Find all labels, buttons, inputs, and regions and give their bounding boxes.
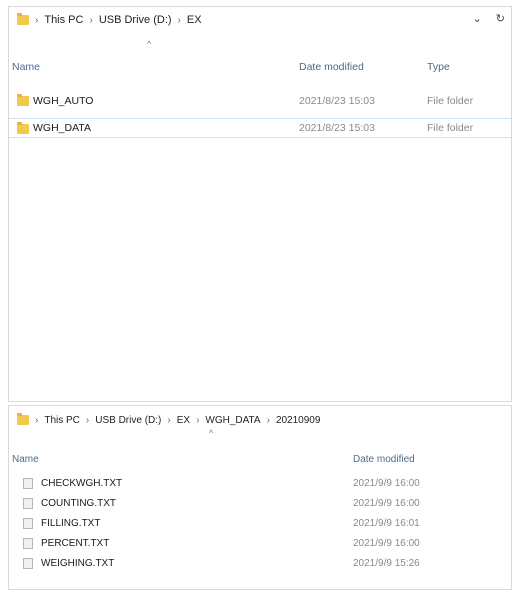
item-date: 2021/9/9 15:26 <box>353 558 420 569</box>
folder-icon <box>17 413 29 425</box>
item-name: CHECKWGH.TXT <box>41 478 123 489</box>
item-date: 2021/9/9 16:00 <box>353 538 420 549</box>
address-bar[interactable]: › This PC › USB Drive (D:) › EX ⌄ ↻ <box>9 7 511 33</box>
column-header-row: Name Date modified Type <box>9 57 511 77</box>
item-name: WEIGHING.TXT <box>41 558 115 569</box>
item-name: PERCENT.TXT <box>41 538 110 549</box>
sort-ascending-icon: ^ <box>147 39 152 49</box>
breadcrumb-this-pc[interactable]: This PC <box>44 14 83 26</box>
column-header-row: Name Date modified <box>9 450 511 468</box>
text-file-icon <box>23 558 33 569</box>
breadcrumb-usb-drive[interactable]: USB Drive (D:) <box>95 415 161 426</box>
text-file-icon <box>23 498 33 509</box>
breadcrumb-separator: › <box>35 14 39 26</box>
text-file-icon <box>23 518 33 529</box>
breadcrumb-wgh-data[interactable]: WGH_DATA <box>205 415 260 426</box>
breadcrumb-separator: › <box>196 414 200 426</box>
item-name: FILLING.TXT <box>41 518 101 529</box>
list-item[interactable]: COUNTING.TXT 2021/9/9 16:00 <box>9 494 511 513</box>
column-header-date-modified[interactable]: Date modified <box>299 61 364 73</box>
item-date: 2021/8/23 15:03 <box>299 122 375 134</box>
column-header-name[interactable]: Name <box>12 61 40 73</box>
list-item[interactable]: WGH_DATA 2021/8/23 15:03 File folder <box>9 118 511 138</box>
breadcrumb-ex[interactable]: EX <box>177 415 190 426</box>
folder-icon <box>17 122 29 134</box>
list-item[interactable]: WGH_AUTO 2021/8/23 15:03 File folder <box>9 91 511 111</box>
item-date: 2021/9/9 16:00 <box>353 478 420 489</box>
column-header-name[interactable]: Name <box>12 454 39 465</box>
breadcrumb-this-pc[interactable]: This PC <box>44 415 80 426</box>
text-file-icon <box>23 478 33 489</box>
list-item[interactable]: CHECKWGH.TXT 2021/9/9 16:00 <box>9 474 511 493</box>
breadcrumb-separator: › <box>177 14 181 26</box>
breadcrumb-ex[interactable]: EX <box>187 14 202 26</box>
item-date: 2021/8/23 15:03 <box>299 95 375 107</box>
column-header-date-modified[interactable]: Date modified <box>353 454 415 465</box>
chevron-down-icon[interactable]: ⌄ <box>473 12 482 25</box>
item-type: File folder <box>427 122 474 134</box>
folder-icon <box>17 13 29 25</box>
text-file-icon <box>23 538 33 549</box>
breadcrumb-separator: › <box>266 414 270 426</box>
breadcrumb-separator: › <box>167 414 171 426</box>
column-header-type[interactable]: Type <box>427 61 450 73</box>
item-date: 2021/9/9 16:01 <box>353 518 420 529</box>
refresh-icon[interactable]: ↻ <box>496 12 505 25</box>
item-name: WGH_DATA <box>33 122 91 134</box>
list-item[interactable]: PERCENT.TXT 2021/9/9 16:00 <box>9 534 511 553</box>
address-bar[interactable]: › This PC › USB Drive (D:) › EX › WGH_DA… <box>9 406 511 434</box>
breadcrumb-separator: › <box>85 414 90 426</box>
item-date: 2021/9/9 16:00 <box>353 498 420 509</box>
item-type: File folder <box>427 95 474 107</box>
item-name: COUNTING.TXT <box>41 498 116 509</box>
explorer-pane-ex: › This PC › USB Drive (D:) › EX ⌄ ↻ ^ Na… <box>8 6 512 402</box>
breadcrumb-usb-drive[interactable]: USB Drive (D:) <box>99 14 172 26</box>
breadcrumb-separator: › <box>89 14 93 26</box>
item-name: WGH_AUTO <box>33 95 94 107</box>
list-item[interactable]: FILLING.TXT 2021/9/9 16:01 <box>9 514 511 533</box>
folder-icon <box>17 94 29 106</box>
explorer-pane-20210909: › This PC › USB Drive (D:) › EX › WGH_DA… <box>8 405 512 590</box>
list-item[interactable]: WEIGHING.TXT 2021/9/9 15:26 <box>9 554 511 573</box>
breadcrumb-separator: › <box>35 414 39 426</box>
sort-ascending-icon: ^ <box>209 428 214 438</box>
breadcrumb-20210909[interactable]: 20210909 <box>276 415 321 426</box>
